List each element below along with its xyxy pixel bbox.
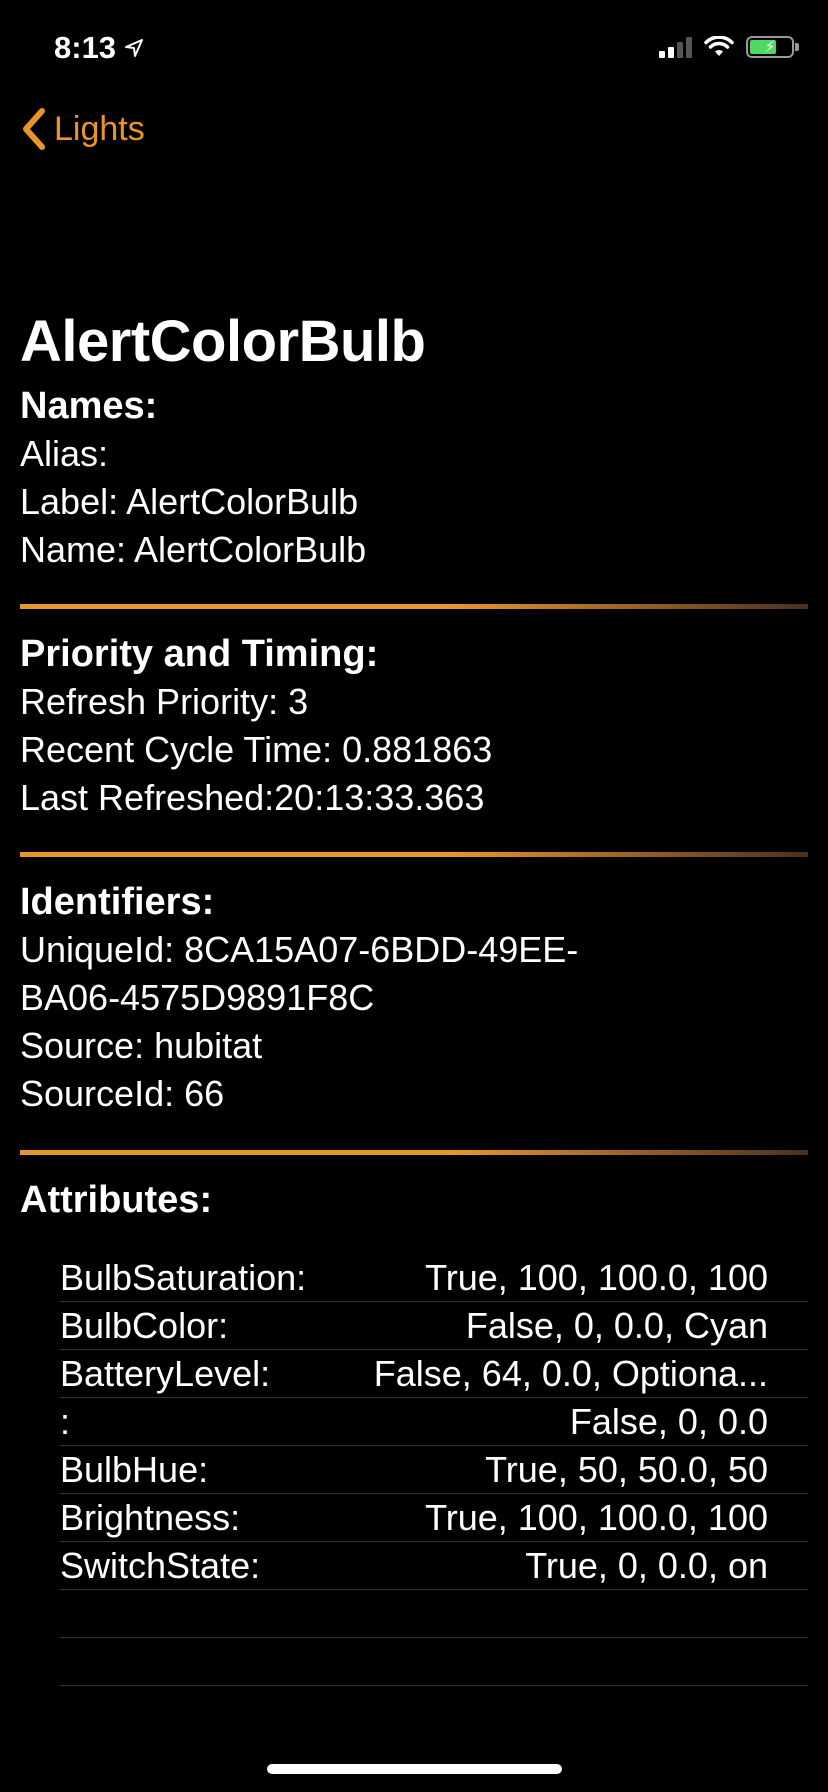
- attribute-value: True, 100, 100.0, 100: [425, 1256, 768, 1298]
- attributes-section: Attributes:: [20, 1176, 810, 1224]
- table-row[interactable]: SwitchState: True, 0, 0.0, on: [60, 1542, 808, 1590]
- names-section: Names: Alias: Label: AlertColorBulb Name…: [20, 382, 810, 574]
- table-row[interactable]: : False, 0, 0.0: [60, 1398, 808, 1446]
- cellular-signal-icon: [659, 36, 692, 58]
- section-divider: [20, 604, 808, 609]
- source-line: Source: hubitat: [20, 1025, 263, 1066]
- priority-header: Priority and Timing:: [20, 633, 379, 675]
- attribute-value: True, 100, 100.0, 100: [425, 1496, 768, 1538]
- unique-id-line-continued: BA06-4575D9891F8C: [20, 977, 375, 1018]
- table-row[interactable]: BulbHue: True, 50, 50.0, 50: [60, 1446, 808, 1494]
- attributes-header: Attributes:: [20, 1179, 213, 1221]
- label-line: Label: AlertColorBulb: [20, 481, 359, 522]
- identifiers-header: Identifiers:: [20, 881, 215, 923]
- table-row[interactable]: Brightness: True, 100, 100.0, 100: [60, 1494, 808, 1542]
- section-divider: [20, 1150, 808, 1155]
- empty-table-row: [60, 1638, 808, 1686]
- battery-icon: ⚡: [746, 36, 799, 58]
- attribute-name: BulbSaturation:: [60, 1256, 307, 1298]
- table-row[interactable]: BulbColor: False, 0, 0.0, Cyan: [60, 1302, 808, 1350]
- last-refreshed-line: Last Refreshed:20:13:33.363: [20, 777, 485, 818]
- section-divider: [20, 852, 808, 857]
- attributes-table[interactable]: BulbSaturation: True, 100, 100.0, 100 Bu…: [60, 1254, 808, 1686]
- identifiers-section: Identifiers: UniqueId: 8CA15A07-6BDD-49E…: [20, 878, 810, 1118]
- source-id-line: SourceId: 66: [20, 1073, 225, 1114]
- name-line: Name: AlertColorBulb: [20, 529, 367, 570]
- table-row[interactable]: BulbSaturation: True, 100, 100.0, 100: [60, 1254, 808, 1302]
- attribute-value: False, 64, 0.0, Optiona...: [373, 1352, 768, 1394]
- page-title: AlertColorBulb: [20, 309, 426, 374]
- table-row[interactable]: BatteryLevel: False, 64, 0.0, Optiona...: [60, 1350, 808, 1398]
- attribute-name: BulbHue:: [60, 1448, 209, 1490]
- attribute-name: BulbColor:: [60, 1304, 229, 1346]
- refresh-priority-line: Refresh Priority: 3: [20, 681, 309, 722]
- attribute-name: Brightness:: [60, 1496, 241, 1538]
- priority-section: Priority and Timing: Refresh Priority: 3…: [20, 630, 810, 822]
- back-button-label: Lights: [54, 109, 145, 148]
- recent-cycle-time-line: Recent Cycle Time: 0.881863: [20, 729, 493, 770]
- attribute-name: BatteryLevel:: [60, 1352, 271, 1394]
- attribute-value: False, 0, 0.0: [569, 1400, 768, 1442]
- home-indicator[interactable]: [267, 1764, 562, 1774]
- charging-bolt-icon: ⚡: [764, 38, 776, 56]
- names-header: Names:: [20, 385, 158, 427]
- status-indicators: ⚡: [659, 36, 799, 58]
- chevron-left-icon: [23, 108, 45, 150]
- location-arrow-icon: [125, 39, 144, 57]
- wifi-icon: [704, 36, 734, 56]
- empty-table-row: [60, 1590, 808, 1638]
- attribute-value: True, 50, 50.0, 50: [485, 1448, 768, 1490]
- unique-id-line: UniqueId: 8CA15A07-6BDD-49EE-: [20, 929, 579, 970]
- alias-line: Alias:: [20, 433, 109, 474]
- attribute-value: True, 0, 0.0, on: [525, 1544, 768, 1586]
- attribute-name: SwitchState:: [60, 1544, 261, 1586]
- attribute-name: :: [60, 1400, 71, 1442]
- status-time: 8:13: [54, 30, 144, 66]
- attribute-value: False, 0, 0.0, Cyan: [465, 1304, 768, 1346]
- back-button[interactable]: Lights: [22, 108, 145, 150]
- status-time-text: 8:13: [54, 30, 117, 65]
